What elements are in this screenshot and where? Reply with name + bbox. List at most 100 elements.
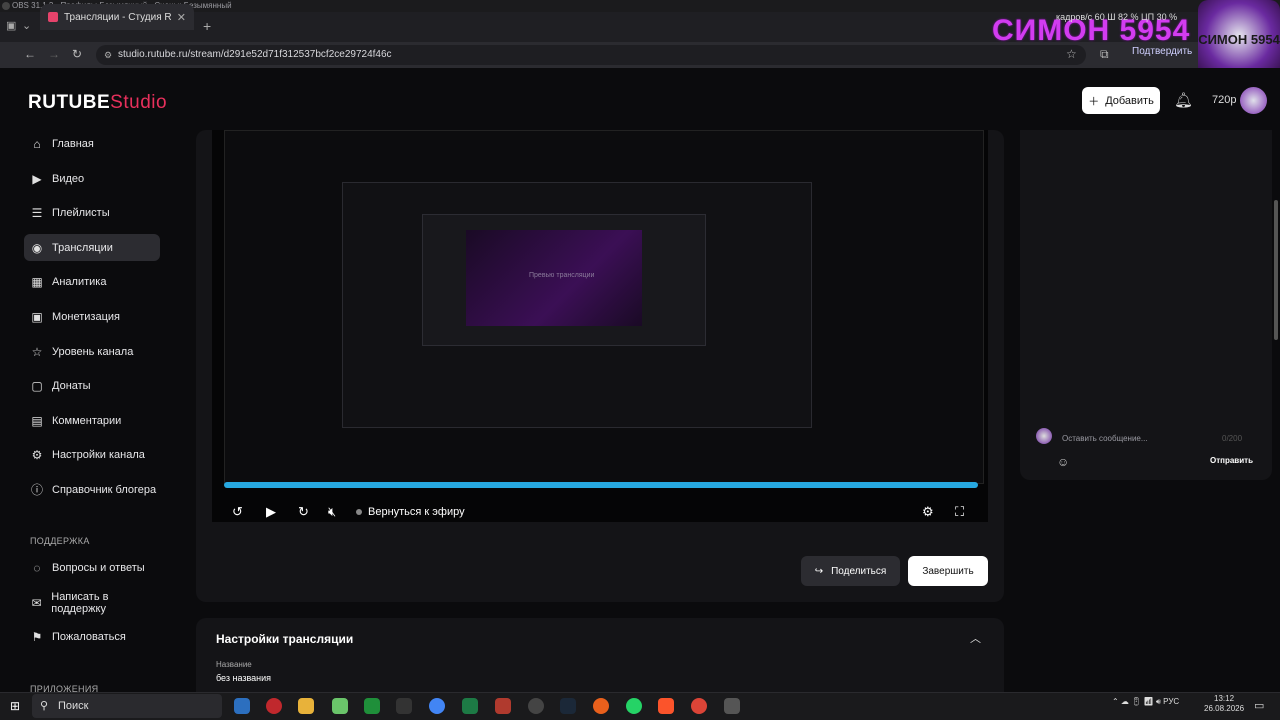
obs-stats: кадров/с 60 Ш 82 % ЦП 30 % (1056, 12, 1178, 22)
sidebar-item-channel-level[interactable]: ☆ Уровень канала (24, 338, 160, 365)
sidebar-item-blogger-guide[interactable]: ⓘ Справочник блогера (24, 476, 160, 503)
donation-icon: ▢ (31, 378, 43, 393)
extensions-icon[interactable]: ⧉ (1100, 47, 1109, 62)
taskbar-app-icon[interactable] (396, 698, 412, 714)
back-icon[interactable]: ← (24, 47, 36, 61)
file-explorer-icon[interactable] (298, 698, 314, 714)
forward-10-icon[interactable]: ↻ (298, 504, 309, 520)
home-icon: ⌂ (33, 136, 41, 151)
quality-badge[interactable]: 720p (1212, 94, 1236, 106)
sidebar-item-label: Настройки канала (52, 448, 145, 461)
sidebar-item-label: Справочник блогера (52, 483, 157, 496)
taskbar-app-icon[interactable] (332, 698, 348, 714)
browser-tab[interactable]: Трансляции - Студия RUTUBE ✕ (40, 4, 194, 30)
bookmark-star-icon[interactable]: ☆ (1066, 47, 1077, 61)
site-info-icon[interactable]: ⚙ (104, 45, 112, 65)
live-label: Вернуться к эфиру (368, 506, 465, 518)
chat-message-input[interactable]: Оставить сообщение... (1062, 434, 1148, 443)
taskbar-app-icon[interactable] (724, 698, 740, 714)
rutube-favicon-icon (48, 12, 58, 22)
share-icon: ↪ (814, 565, 824, 577)
windows-start-icon[interactable]: ⊞ (10, 699, 20, 713)
input-language[interactable]: РУС (1163, 697, 1179, 706)
analytics-icon: ▦ (31, 274, 43, 289)
sidebar-item-playlists[interactable]: ☰ Плейлисты (24, 199, 160, 226)
sidebar-item-home[interactable]: ⌂ Главная (24, 130, 160, 157)
notifications-bell-icon[interactable]: 🔔︎ (1174, 91, 1193, 109)
tab-title: Трансляции - Студия RUTUBE (64, 11, 171, 23)
mute-icon[interactable]: 🔇︎ (328, 504, 336, 520)
sidebar-item-analytics[interactable]: ▦ Аналитика (24, 268, 160, 295)
logo-studio: Studio (110, 92, 168, 113)
user-avatar[interactable] (1240, 87, 1267, 114)
chat-panel (1020, 130, 1272, 480)
chat-char-counter: 0/200 (1222, 434, 1243, 443)
sidebar-item-streams[interactable]: ◉ Трансляции (24, 234, 160, 261)
chevron-up-icon[interactable]: ︿ (970, 630, 981, 646)
url-text: studio.rutube.ru/stream/d291e52d71f31253… (118, 49, 392, 60)
sidebar-item-comments[interactable]: ▤ Комментарии (24, 407, 160, 434)
taskbar-app-icon[interactable] (266, 698, 282, 714)
sidebar-item-label: Трансляции (52, 241, 113, 254)
forward-icon[interactable]: → (48, 47, 60, 61)
sidebar-item-video[interactable]: ▶ Видео (24, 165, 160, 192)
flag-icon: ⚑ (31, 629, 43, 644)
mail-icon: ✉ (31, 595, 42, 610)
chat-send-button[interactable]: Отправить (1210, 456, 1253, 465)
excel-icon[interactable] (462, 698, 478, 714)
taskbar-app-icon[interactable] (234, 698, 250, 714)
brave-icon[interactable] (658, 698, 674, 714)
live-dot-icon (356, 509, 362, 515)
browser-menu-icon[interactable]: ▣ (6, 19, 16, 32)
comments-icon: ▤ (31, 413, 43, 428)
whatsapp-icon[interactable] (626, 698, 642, 714)
video-icon: ▶ (32, 171, 42, 186)
obs-taskbar-icon[interactable] (528, 698, 544, 714)
play-icon[interactable]: ▶ (266, 504, 276, 520)
chrome-icon[interactable] (691, 698, 707, 714)
sidebar-item-channel-settings[interactable]: ⚙ Настройки канала (24, 441, 160, 468)
fullscreen-icon[interactable]: ⛶ (955, 504, 964, 520)
sidebar-item-contact-support[interactable]: ✉ Написать в поддержку (24, 589, 160, 616)
plus-icon: ＋ (1088, 95, 1100, 108)
playlist-icon: ☰ (31, 205, 43, 220)
clock-time: 13:12 (1214, 694, 1235, 703)
settings-title: Настройки трансляции (216, 632, 354, 646)
clock-date: 26.08.2026 (1204, 704, 1245, 713)
taskbar-search[interactable]: ⚲ Поиск (32, 694, 222, 718)
back-to-live-button[interactable]: Вернуться к эфиру (356, 506, 465, 518)
broadcast-icon: ◉ (31, 240, 43, 255)
sidebar-item-faq[interactable]: ◌ Вопросы и ответы (24, 554, 160, 581)
taskbar-app-icon[interactable] (495, 698, 511, 714)
rutube-studio-logo[interactable]: RUTUBEStudio (28, 92, 167, 114)
page-scrollbar[interactable] (1274, 200, 1278, 340)
steam-icon[interactable] (560, 698, 576, 714)
settings-gear-icon[interactable]: ⚙ (922, 504, 934, 520)
taskbar-app-icon[interactable] (364, 698, 380, 714)
reload-icon[interactable]: ↻ (72, 47, 82, 61)
url-bar[interactable]: ⚙ studio.rutube.ru/stream/d291e52d71f312… (96, 45, 1086, 65)
taskbar-clock[interactable]: 13:12 26.08.2026 (1204, 694, 1244, 714)
emoji-icon[interactable]: ☺ (1057, 455, 1069, 469)
new-tab-button[interactable]: + (203, 18, 211, 34)
notifications-icon[interactable]: ▭ (1254, 699, 1264, 712)
finish-stream-button[interactable]: Завершить (908, 556, 988, 586)
tab-list-icon[interactable]: ⌄ (22, 19, 31, 32)
chrome-icon[interactable] (429, 698, 445, 714)
sidebar: ⌂ Главная ▶ Видео ☰ Плейлисты ◉ Трансляции ▦… (0, 130, 196, 694)
playback-progress-bar[interactable] (224, 482, 978, 488)
share-button[interactable]: ↪ Поделиться (801, 556, 900, 586)
info-icon: ⓘ (30, 483, 43, 497)
taskbar-app-icon[interactable] (593, 698, 609, 714)
name-value[interactable]: без названия (216, 673, 271, 683)
tab-close-icon[interactable]: ✕ (177, 11, 186, 24)
sidebar-item-report[interactable]: ⚑ Пожаловаться (24, 623, 160, 650)
system-tray[interactable]: ⌃ ☁ 🔋︎ 📶︎ 🔊︎ РУС (1112, 697, 1179, 707)
sidebar-item-label: Уровень канала (52, 345, 134, 358)
rewind-10-icon[interactable]: ↺ (232, 504, 243, 520)
sidebar-item-label: Комментарии (52, 414, 122, 427)
sidebar-item-donations[interactable]: ▢ Донаты (24, 372, 160, 399)
add-button[interactable]: ＋ Добавить (1082, 87, 1160, 114)
tray-icons: ⌃ ☁ 🔋︎ 📶︎ 🔊︎ (1112, 697, 1164, 706)
sidebar-item-monetization[interactable]: ▣ Монетизация (24, 303, 160, 330)
